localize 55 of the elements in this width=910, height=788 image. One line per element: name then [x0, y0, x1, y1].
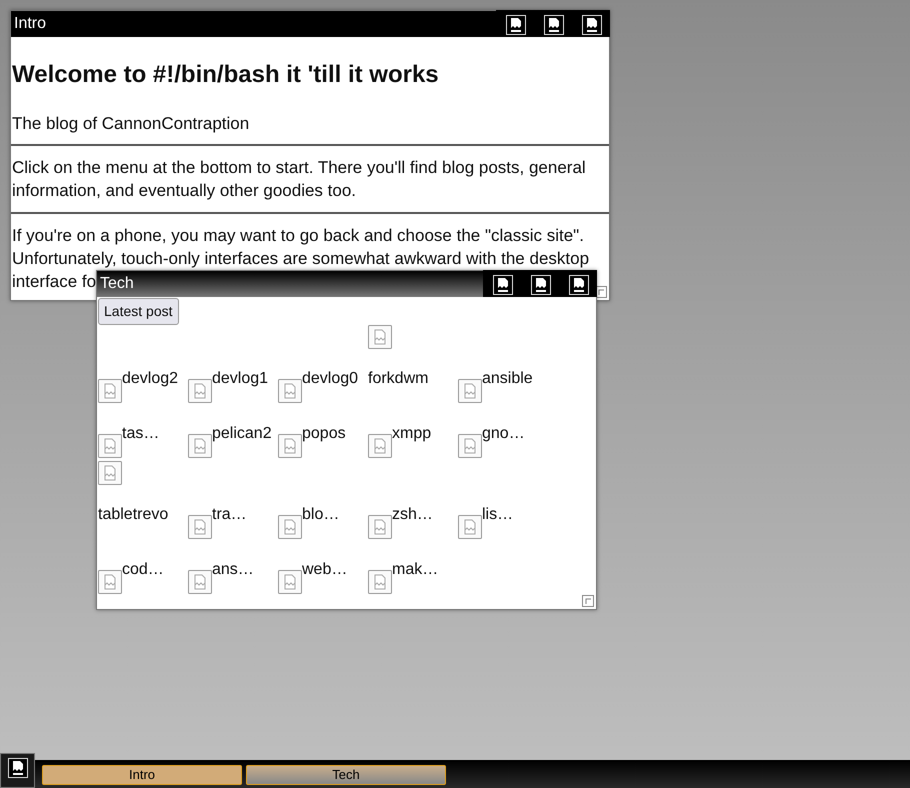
- post-link[interactable]: pelican2: [212, 425, 272, 443]
- broken-image-icon[interactable]: [458, 379, 482, 403]
- broken-image-icon[interactable]: [368, 515, 392, 539]
- broken-image-icon[interactable]: [278, 570, 302, 594]
- broken-image-icon[interactable]: [368, 570, 392, 594]
- post-link[interactable]: cod…: [122, 561, 164, 579]
- broken-image-icon[interactable]: [368, 434, 392, 458]
- window-title: Intro: [13, 14, 46, 34]
- post-link[interactable]: ans…: [212, 561, 254, 579]
- broken-image-icon[interactable]: [278, 379, 302, 403]
- post-link[interactable]: forkdwm: [368, 370, 428, 388]
- broken-image-icon[interactable]: [368, 325, 392, 349]
- broken-image-icon[interactable]: [188, 515, 212, 539]
- post-link[interactable]: popos: [302, 425, 346, 443]
- window-button[interactable]: [569, 272, 589, 297]
- broken-image-icon[interactable]: [188, 570, 212, 594]
- post-link[interactable]: devlog1: [212, 370, 268, 388]
- resize-grip-icon[interactable]: [582, 595, 594, 607]
- paragraph: Click on the menu at the bottom to start. There you'll find blog posts, general information, and eventually other goodies too.: [11, 144, 609, 212]
- window-button[interactable]: [582, 12, 602, 37]
- broken-image-icon[interactable]: [458, 434, 482, 458]
- start-button[interactable]: [0, 753, 35, 788]
- post-link[interactable]: tas…: [122, 425, 160, 443]
- taskbar-button[interactable]: Intro: [42, 765, 242, 785]
- post-link[interactable]: devlog2: [122, 370, 178, 388]
- broken-image-icon[interactable]: [278, 515, 302, 539]
- window-button[interactable]: [493, 272, 513, 297]
- post-link[interactable]: gno…: [482, 425, 525, 443]
- post-link[interactable]: tabletrevo: [98, 506, 168, 524]
- post-link[interactable]: zsh…: [392, 506, 433, 524]
- broken-image-icon[interactable]: [98, 570, 122, 594]
- post-link[interactable]: xmpp: [392, 425, 432, 443]
- broken-image-icon[interactable]: [188, 434, 212, 458]
- post-link[interactable]: blo…: [302, 506, 340, 524]
- post-link[interactable]: tra…: [212, 506, 247, 524]
- broken-image-icon[interactable]: [278, 434, 302, 458]
- broken-image-icon[interactable]: [98, 379, 122, 403]
- page-heading: Welcome to #!/bin/bash it 'till it works: [12, 61, 440, 90]
- window-button[interactable]: [531, 272, 551, 297]
- post-link[interactable]: ansible: [482, 370, 533, 388]
- window-title: Tech: [99, 274, 134, 294]
- broken-image-icon[interactable]: [458, 515, 482, 539]
- taskbar-button[interactable]: Tech: [246, 765, 446, 785]
- broken-image-icon[interactable]: [98, 434, 122, 458]
- window-button[interactable]: [544, 12, 564, 37]
- latest-post-button[interactable]: Latest post: [98, 298, 178, 325]
- paragraph: The blog of CannonContraption: [11, 112, 250, 135]
- broken-image-icon[interactable]: [98, 461, 122, 485]
- post-link[interactable]: mak…: [392, 561, 438, 579]
- post-link[interactable]: lis…: [482, 506, 514, 524]
- post-link[interactable]: devlog0: [302, 370, 358, 388]
- broken-image-icon[interactable]: [188, 379, 212, 403]
- window-button[interactable]: [506, 12, 526, 37]
- post-link[interactable]: web…: [302, 561, 348, 579]
- broken-image-icon: [8, 758, 28, 778]
